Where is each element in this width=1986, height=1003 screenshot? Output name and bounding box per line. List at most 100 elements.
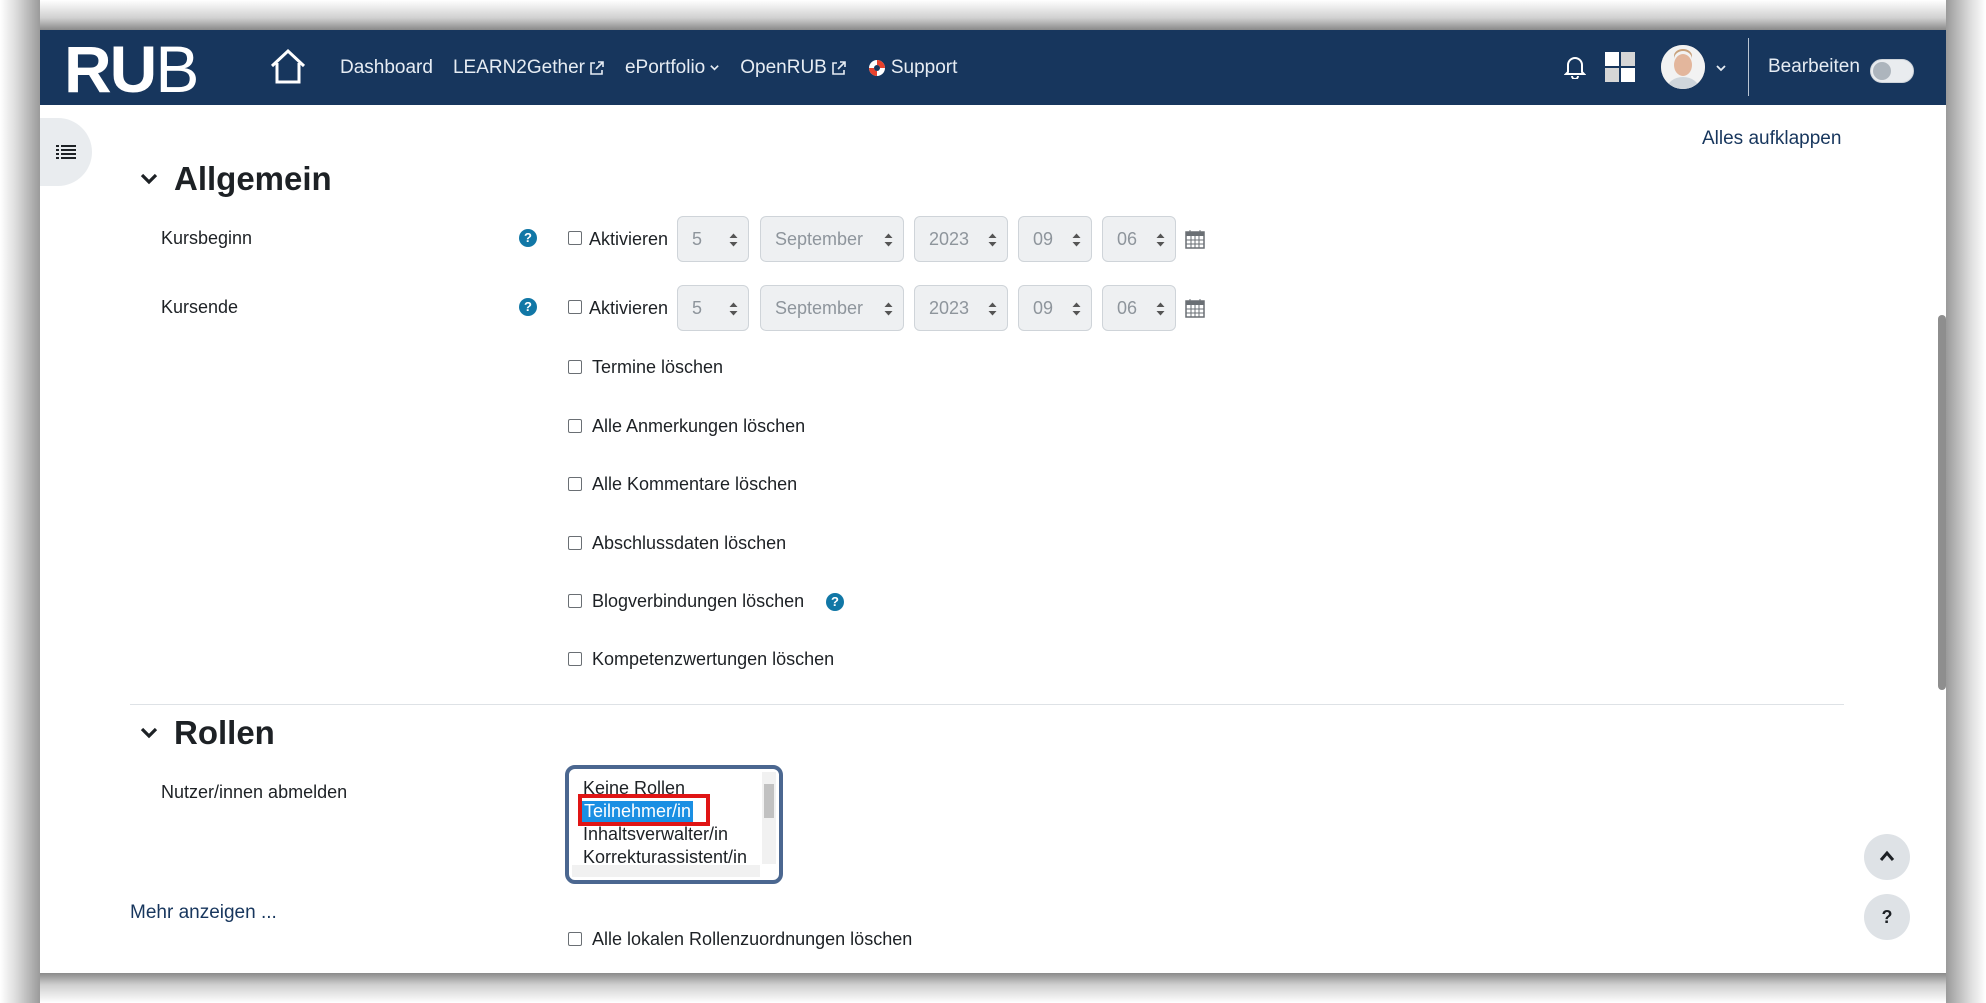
edit-mode-toggle[interactable] <box>1870 59 1914 83</box>
browser-viewport: RUB Dashboard LEARN2Gether ePortfolio Op… <box>40 30 1946 973</box>
user-menu-chevron-icon[interactable] <box>1715 62 1727 74</box>
course-start-hour-select[interactable]: 09 <box>1018 216 1092 262</box>
listbox-horizontal-scrollbar[interactable] <box>572 865 760 877</box>
select-arrows-icon <box>988 233 997 247</box>
chevron-down-icon <box>710 65 720 71</box>
external-link-icon <box>832 60 846 75</box>
delete-blog-associations-label: Blogverbindungen löschen <box>592 591 805 611</box>
delete-completion-checkbox[interactable] <box>568 536 582 550</box>
delete-notes-label: Alle Anmerkungen löschen <box>592 416 806 436</box>
delete-comments-checkbox[interactable] <box>568 477 582 491</box>
select-arrows-icon <box>1156 233 1165 247</box>
select-arrows-icon <box>884 302 893 316</box>
course-end-minute-select[interactable]: 06 <box>1102 285 1176 331</box>
primary-navigation: Dashboard LEARN2Gether ePortfolio OpenRU… <box>340 30 957 105</box>
logo-text-b: B <box>155 32 199 106</box>
nav-learn2gether[interactable]: LEARN2Gether <box>453 57 605 79</box>
course-end-year-select[interactable]: 2023 <box>914 285 1008 331</box>
course-end-day-value: 5 <box>692 298 703 318</box>
nav-eportfolio-label: ePortfolio <box>624 56 706 78</box>
show-more-link[interactable]: Mehr anzeigen ... <box>130 902 277 924</box>
help-icon[interactable]: ? <box>519 229 537 247</box>
course-end-hour-select[interactable]: 09 <box>1018 285 1092 331</box>
course-end-day-select[interactable]: 5 <box>677 285 749 331</box>
app-grid-icon[interactable] <box>1604 51 1636 83</box>
navbar-divider <box>1748 38 1749 96</box>
nav-support-label: Support <box>890 56 958 78</box>
frame-shadow-left <box>0 0 40 1003</box>
course-end-hour-value: 09 <box>1033 298 1054 318</box>
help-icon[interactable]: ? <box>519 298 537 316</box>
nav-openrub-label: OpenRUB <box>740 56 827 78</box>
course-start-enable-label: Aktivieren <box>589 229 669 249</box>
nav-learn2gether-label: LEARN2Gether <box>452 56 585 78</box>
delete-competency-ratings-label: Kompetenzwertungen löschen <box>592 649 835 669</box>
frame-shadow-top <box>0 0 1986 30</box>
select-arrows-icon <box>1072 302 1081 316</box>
list-icon <box>56 145 76 159</box>
course-start-day-select[interactable]: 5 <box>677 216 749 262</box>
course-start-minute-value: 06 <box>1117 229 1138 249</box>
highlight-annotation-box <box>578 794 710 826</box>
course-start-minute-select[interactable]: 06 <box>1102 216 1176 262</box>
calendar-icon[interactable] <box>1185 229 1205 249</box>
nav-openrub[interactable]: OpenRUB <box>740 57 847 79</box>
select-arrows-icon <box>1156 302 1165 316</box>
lifebuoy-icon <box>868 59 885 76</box>
delete-blog-associations-checkbox[interactable] <box>568 594 582 608</box>
section-general-header[interactable]: Allgemein <box>138 160 332 198</box>
nav-dashboard[interactable]: Dashboard <box>340 57 433 79</box>
back-to-top-button[interactable] <box>1864 834 1910 880</box>
delete-notes-checkbox[interactable] <box>568 419 582 433</box>
rub-logo[interactable]: RUB <box>52 33 214 105</box>
course-start-day-value: 5 <box>692 229 703 249</box>
help-button[interactable]: ? <box>1864 894 1910 940</box>
screenshot-frame: RUB Dashboard LEARN2Gether ePortfolio Op… <box>0 0 1986 1003</box>
course-start-hour-value: 09 <box>1033 229 1054 249</box>
top-navbar: RUB Dashboard LEARN2Gether ePortfolio Op… <box>40 30 1946 105</box>
course-end-month-value: September <box>775 298 864 318</box>
select-arrows-icon <box>729 233 738 247</box>
page-scrollbar[interactable] <box>1938 105 1946 973</box>
edit-mode-label: Bearbeiten <box>1768 56 1860 77</box>
question-mark-icon: ? <box>1881 906 1893 927</box>
notification-bell-icon[interactable] <box>1564 55 1586 79</box>
section-general-title: Allgemein <box>174 160 332 197</box>
user-avatar[interactable] <box>1661 45 1705 89</box>
expand-all-link[interactable]: Alles aufklappen <box>1702 128 1841 150</box>
avatar-photo-icon <box>1661 45 1705 89</box>
select-arrows-icon <box>988 302 997 316</box>
delete-competency-ratings-checkbox[interactable] <box>568 652 582 666</box>
toggle-knob <box>1873 62 1891 80</box>
section-roles-header[interactable]: Rollen <box>138 714 275 752</box>
listbox-scroll-thumb[interactable] <box>764 784 774 818</box>
course-start-year-value: 2023 <box>929 229 970 249</box>
external-link-icon <box>590 60 604 75</box>
course-end-label: Kursende <box>161 297 239 317</box>
page-scroll-thumb[interactable] <box>1938 315 1946 690</box>
listbox-vertical-scrollbar[interactable] <box>762 772 776 864</box>
course-start-year-select[interactable]: 2023 <box>914 216 1008 262</box>
course-end-month-select[interactable]: September <box>760 285 904 331</box>
course-end-year-value: 2023 <box>929 298 970 318</box>
course-index-toggle[interactable] <box>40 118 92 186</box>
calendar-icon[interactable] <box>1185 298 1205 318</box>
logo-text: RU <box>64 32 157 106</box>
course-start-month-select[interactable]: September <box>760 216 904 262</box>
unenrol-users-label: Nutzer/innen abmelden <box>161 782 348 802</box>
course-end-enable-checkbox[interactable] <box>568 300 582 314</box>
select-arrows-icon <box>884 233 893 247</box>
nav-dashboard-label: Dashboard <box>340 56 433 78</box>
role-option-content-manager[interactable]: Inhaltsverwalter/in <box>583 824 728 845</box>
frame-shadow-bottom <box>0 973 1986 1003</box>
course-start-enable-checkbox[interactable] <box>568 231 582 245</box>
course-end-minute-value: 06 <box>1117 298 1138 318</box>
chevron-down-icon <box>140 727 158 739</box>
nav-support[interactable]: Support <box>867 56 958 79</box>
section-roles-title: Rollen <box>174 714 275 751</box>
home-icon[interactable] <box>268 46 308 86</box>
help-icon[interactable]: ? <box>826 593 844 611</box>
delete-events-checkbox[interactable] <box>568 360 582 374</box>
nav-eportfolio[interactable]: ePortfolio <box>625 57 720 79</box>
delete-local-roles-checkbox[interactable] <box>568 932 582 946</box>
